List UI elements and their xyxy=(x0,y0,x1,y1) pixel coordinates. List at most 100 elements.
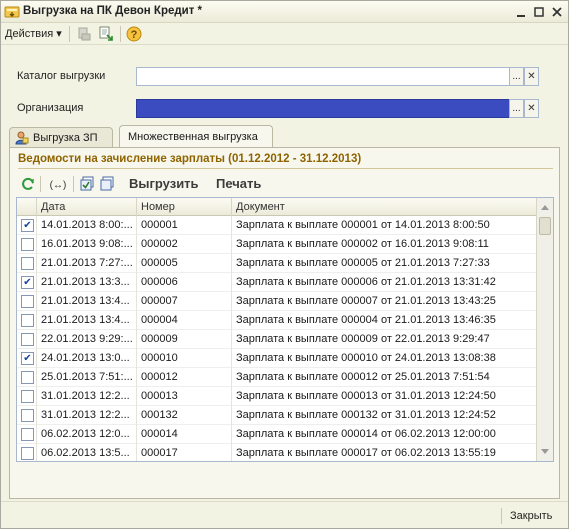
date-cell: 21.01.2013 13:4... xyxy=(37,311,137,330)
export-icon[interactable] xyxy=(98,26,114,42)
refresh-icon[interactable] xyxy=(20,176,36,192)
help-icon[interactable]: ? xyxy=(126,26,142,42)
bottom-bar: Закрыть xyxy=(1,501,568,528)
scroll-up-button[interactable] xyxy=(537,198,553,215)
row-checkbox-cell[interactable] xyxy=(17,292,37,311)
row-checkbox-cell[interactable] xyxy=(17,311,37,330)
toolbar-separator xyxy=(73,176,74,192)
row-checkbox[interactable] xyxy=(21,333,34,346)
date-cell: 25.01.2013 7:51:... xyxy=(37,368,137,387)
print-button[interactable]: Печать xyxy=(216,176,261,191)
title-bar[interactable]: Выгрузка на ПК Девон Кредит * xyxy=(1,1,568,23)
tab-panel: Ведомости на зачисление зарплаты (01.12.… xyxy=(9,147,560,499)
scroll-down-button[interactable] xyxy=(537,443,553,460)
date-cell: 31.01.2013 12:2... xyxy=(37,387,137,406)
close-button[interactable]: Закрыть xyxy=(510,510,552,522)
row-checkbox-cell[interactable] xyxy=(17,254,37,273)
row-checkbox[interactable] xyxy=(21,371,34,384)
table-row[interactable]: 06.02.2013 12:0... 000014 Зарплата к выпла… xyxy=(17,425,537,444)
table-row[interactable]: 21.01.2013 13:4... 000007 Зарплата к выпла… xyxy=(17,292,537,311)
row-checkbox[interactable] xyxy=(21,409,34,422)
scrollbar-thumb[interactable] xyxy=(539,217,551,235)
row-checkbox[interactable] xyxy=(21,390,34,403)
document-cell: Зарплата к выплате 000007 от 21.01.2013 … xyxy=(236,295,496,307)
catalog-select-button[interactable]: ... xyxy=(509,67,524,86)
toolbar-separator xyxy=(69,26,70,42)
table-row[interactable]: 21.01.2013 13:4... 000004 Зарплата к выпла… xyxy=(17,311,537,330)
date-cell: 16.01.2013 9:08:... xyxy=(37,235,137,254)
minimize-icon xyxy=(517,15,525,17)
catalog-label: Каталог выгрузки xyxy=(17,70,106,82)
table-body: ✔ 14.01.2013 8:00:... 000001 Зарплата к вып… xyxy=(17,216,537,461)
row-checkbox-cell[interactable]: ✔ xyxy=(17,349,37,368)
column-header-date[interactable]: Дата xyxy=(37,198,137,216)
section-title: Ведомости на зачисление зарплаты (01.12.… xyxy=(18,153,362,165)
number-cell: 000001 xyxy=(137,216,232,235)
row-checkbox-cell[interactable] xyxy=(17,368,37,387)
table-row[interactable]: 31.01.2013 12:2... 000132 Зарплата к выпла… xyxy=(17,406,537,425)
vertical-scrollbar[interactable] xyxy=(536,198,553,461)
main-window: Выгрузка на ПК Девон Кредит * Действия ▾ xyxy=(0,0,569,529)
organization-clear-button[interactable]: ✕ xyxy=(524,99,539,118)
document-cell: Зарплата к выплате 000001 от 14.01.2013 … xyxy=(236,219,490,231)
chevron-down-icon xyxy=(541,448,549,454)
row-checkbox-cell[interactable] xyxy=(17,235,37,254)
row-checkbox[interactable]: ✔ xyxy=(21,276,34,289)
document-cell: Зарплата к выплате 000017 от 06.02.2013 … xyxy=(236,447,496,459)
date-cell: 22.01.2013 9:29:... xyxy=(37,330,137,349)
row-checkbox[interactable]: ✔ xyxy=(21,219,34,232)
tab-multiple-export[interactable]: Множественная выгрузка xyxy=(119,125,273,148)
number-cell: 000013 xyxy=(137,387,232,406)
table-row[interactable]: ✔ 24.01.2013 13:0... 000010 Зарплата к выпл… xyxy=(17,349,537,368)
organization-input[interactable] xyxy=(136,99,510,118)
row-checkbox-cell[interactable] xyxy=(17,425,37,444)
row-checkbox[interactable] xyxy=(21,238,34,251)
row-checkbox[interactable] xyxy=(21,257,34,270)
date-cell: 31.01.2013 12:2... xyxy=(37,406,137,425)
actions-menu[interactable]: Действия ▾ xyxy=(5,27,62,40)
column-header-document[interactable]: Документ xyxy=(232,198,537,216)
row-checkbox-cell[interactable] xyxy=(17,406,37,425)
export-button[interactable]: Выгрузить xyxy=(129,176,199,191)
toolbar-separator xyxy=(40,176,41,192)
window-title: Выгрузка на ПК Девон Кредит * xyxy=(23,5,203,17)
row-checkbox-cell[interactable]: ✔ xyxy=(17,273,37,292)
row-checkbox-cell[interactable] xyxy=(17,387,37,406)
select-all-icon[interactable]: (↔) xyxy=(47,176,69,192)
table-toolbar: (↔) Выгрузить Печать xyxy=(18,174,553,194)
tab-label: Множественная выгрузка xyxy=(128,131,258,143)
document-cell: Зарплата к выплате 000006 от 21.01.2013 … xyxy=(236,276,496,288)
close-window-button[interactable] xyxy=(548,3,566,21)
date-cell: 21.01.2013 13:3... xyxy=(37,273,137,292)
row-checkbox-cell[interactable]: ✔ xyxy=(17,216,37,235)
check-all-icon[interactable] xyxy=(79,176,95,192)
maximize-button[interactable] xyxy=(530,3,548,21)
row-checkbox[interactable] xyxy=(21,428,34,441)
checkbox-column-header[interactable] xyxy=(17,198,37,216)
row-checkbox-cell[interactable] xyxy=(17,444,37,461)
clear-icon: ✕ xyxy=(527,71,536,82)
minimize-button[interactable] xyxy=(512,3,530,21)
catalog-clear-button[interactable]: ✕ xyxy=(524,67,539,86)
table-row[interactable]: 25.01.2013 7:51:... 000012 Зарплата к выпл… xyxy=(17,368,537,387)
table-row[interactable]: 21.01.2013 7:27:... 000005 Зарплата к выпл… xyxy=(17,254,537,273)
row-checkbox-cell[interactable] xyxy=(17,330,37,349)
uncheck-all-icon[interactable] xyxy=(99,176,115,192)
upload-disabled-icon[interactable] xyxy=(76,26,92,42)
table-row[interactable]: ✔ 14.01.2013 8:00:... 000001 Зарплата к вып… xyxy=(17,216,537,235)
row-checkbox[interactable]: ✔ xyxy=(21,352,34,365)
organization-select-button[interactable]: ... xyxy=(509,99,524,118)
number-cell: 000007 xyxy=(137,292,232,311)
table-row[interactable]: 06.02.2013 13:5... 000017 Зарплата к выпла… xyxy=(17,444,537,461)
row-checkbox[interactable] xyxy=(21,447,34,460)
close-icon xyxy=(552,7,562,17)
table-row[interactable]: 22.01.2013 9:29:... 000009 Зарплата к выпл… xyxy=(17,330,537,349)
row-checkbox[interactable] xyxy=(21,295,34,308)
row-checkbox[interactable] xyxy=(21,314,34,327)
column-header-number[interactable]: Номер xyxy=(137,198,232,216)
table-row[interactable]: 16.01.2013 9:08:... 000002 Зарплата к выпл… xyxy=(17,235,537,254)
tab-salary-export[interactable]: Выгрузка ЗП xyxy=(9,127,113,147)
table-row[interactable]: 31.01.2013 12:2... 000013 Зарплата к выпла… xyxy=(17,387,537,406)
catalog-input[interactable] xyxy=(136,67,510,86)
table-row[interactable]: ✔ 21.01.2013 13:3... 000006 Зарплата к выпл… xyxy=(17,273,537,292)
